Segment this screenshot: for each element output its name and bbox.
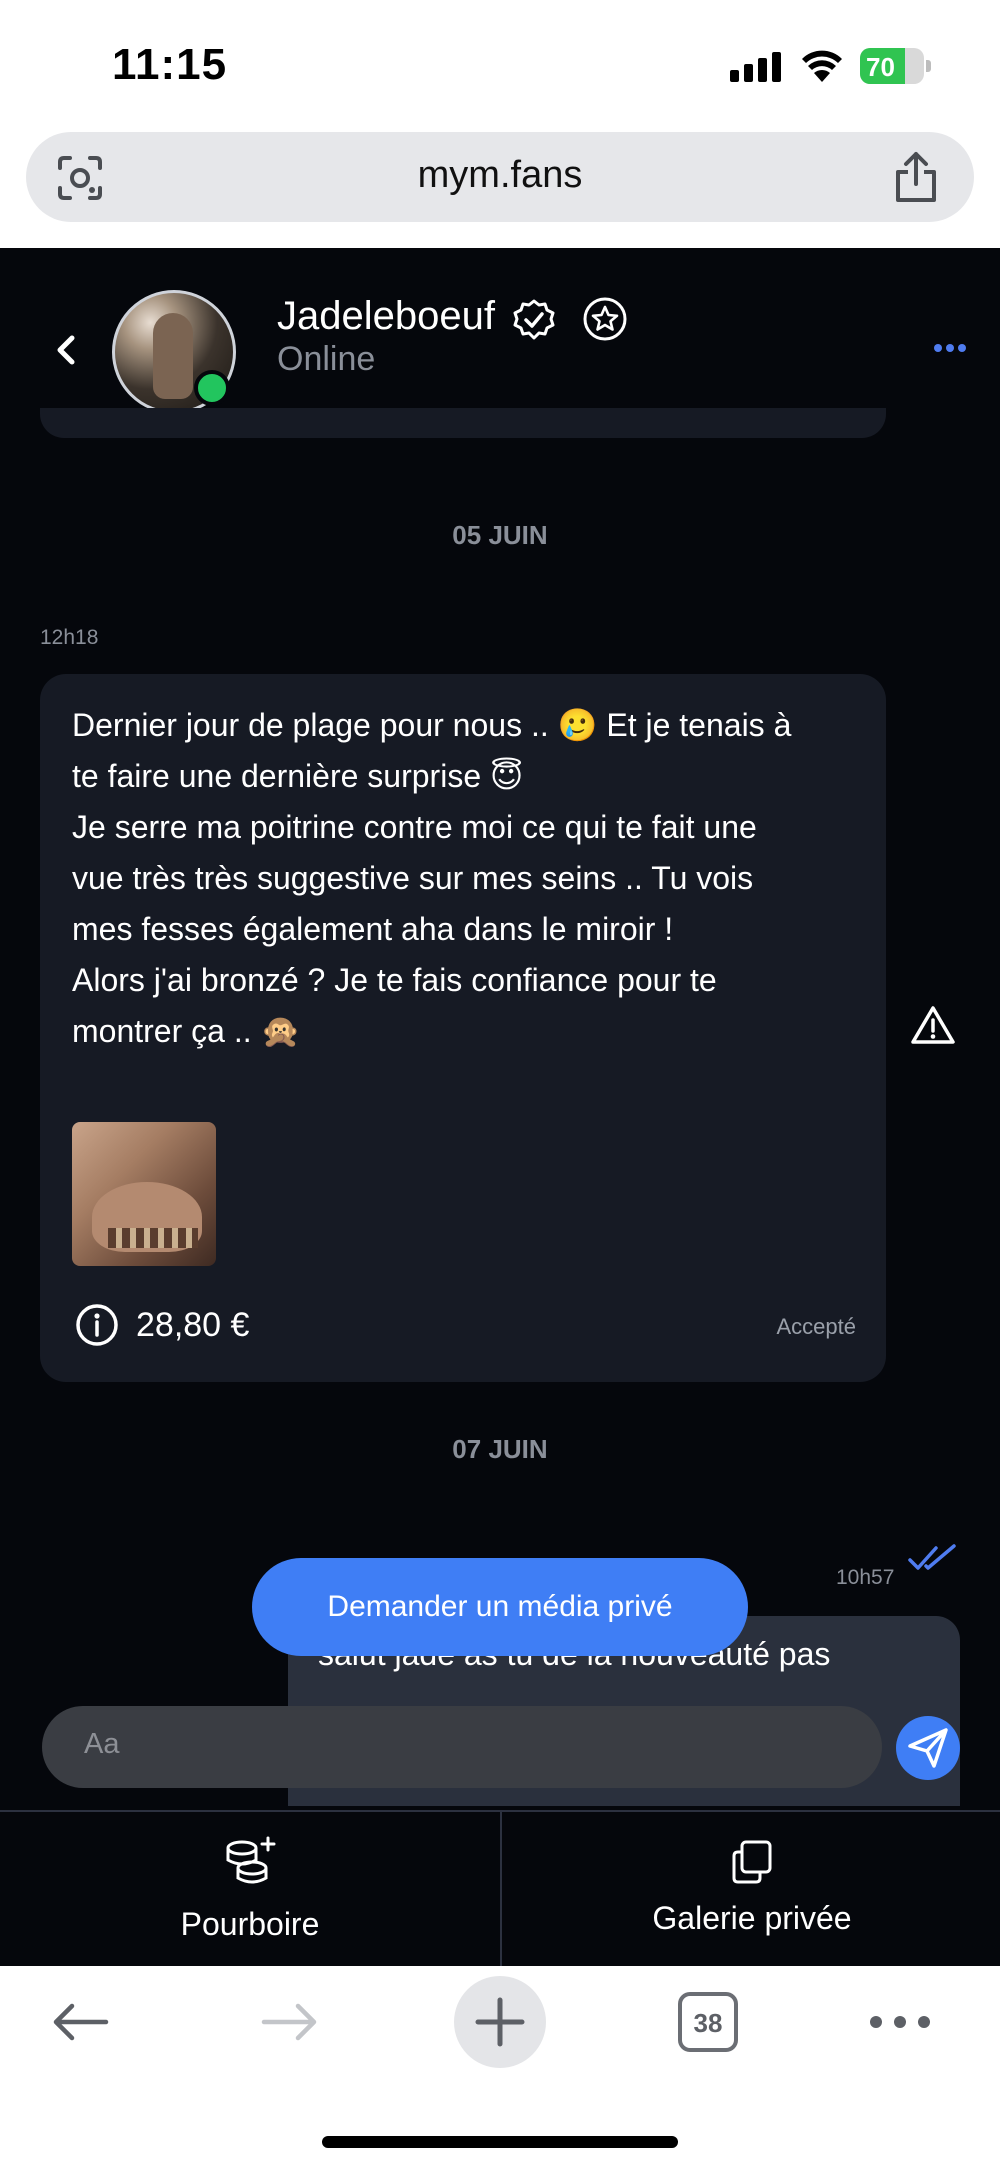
request-private-media-button[interactable]: Demander un média privé bbox=[252, 1558, 748, 1656]
cellular-signal-icon bbox=[730, 52, 782, 82]
address-bar[interactable]: mym.fans bbox=[26, 132, 974, 222]
online-indicator bbox=[194, 370, 230, 406]
battery-icon: 70 bbox=[860, 48, 932, 84]
status-bar: 11:15 70 bbox=[0, 0, 1000, 128]
report-warning-icon[interactable] bbox=[910, 1004, 956, 1046]
private-gallery-label: Galerie privée bbox=[652, 1900, 852, 1936]
send-icon bbox=[908, 1728, 948, 1768]
star-badge-icon bbox=[583, 297, 627, 341]
wifi-icon bbox=[802, 50, 842, 82]
date-separator: 05 JUIN bbox=[452, 520, 548, 550]
new-tab-button[interactable] bbox=[454, 1976, 546, 2068]
tip-label: Pourboire bbox=[180, 1906, 320, 1942]
browser-toolbar: 38 bbox=[0, 1966, 1000, 2165]
plus-icon bbox=[475, 1997, 525, 2047]
back-arrow-icon[interactable] bbox=[50, 2000, 110, 2044]
verified-badge-icon bbox=[513, 299, 555, 340]
contact-name[interactable]: Jadeleboeuf bbox=[277, 294, 495, 339]
media-price: 28,80 € bbox=[136, 1306, 250, 1344]
previous-message-bubble bbox=[40, 408, 886, 438]
status-time: 11:15 bbox=[112, 40, 228, 89]
payment-status: Accepté bbox=[776, 1314, 857, 1339]
incoming-message-time: 12h18 bbox=[40, 626, 99, 649]
share-icon[interactable] bbox=[890, 150, 942, 204]
contact-status: Online bbox=[277, 340, 376, 378]
private-gallery-button[interactable]: Galerie privée bbox=[502, 1812, 1000, 1966]
message-input-placeholder: Aa bbox=[84, 1728, 120, 1760]
read-receipt-icon bbox=[908, 1544, 956, 1570]
incoming-message-text: Dernier jour de plage pour nous .. 🥲 Et … bbox=[72, 707, 792, 1049]
more-menu-icon[interactable] bbox=[870, 2016, 930, 2028]
back-chevron-icon[interactable] bbox=[52, 330, 80, 370]
info-icon[interactable] bbox=[74, 1302, 120, 1348]
forward-arrow-icon[interactable] bbox=[260, 2000, 320, 2044]
send-button[interactable] bbox=[896, 1716, 960, 1780]
coins-plus-icon bbox=[226, 1836, 276, 1884]
home-indicator bbox=[322, 2136, 678, 2148]
tabs-count: 38 bbox=[693, 2008, 723, 2038]
chat-screen: Jadeleboeuf Online 05 JUIN 12h18 Dernier… bbox=[0, 248, 1000, 1966]
battery-level: 70 bbox=[866, 52, 895, 82]
tabs-button[interactable]: 38 bbox=[678, 1992, 738, 2052]
message-input[interactable]: Aa bbox=[42, 1706, 882, 1788]
private-media-thumbnail[interactable] bbox=[72, 1122, 216, 1266]
incoming-message-bubble: Dernier jour de plage pour nous .. 🥲 Et … bbox=[40, 674, 886, 1382]
gallery-copy-icon bbox=[732, 1840, 772, 1884]
outgoing-message-time: 10h57 bbox=[836, 1566, 895, 1589]
tip-button[interactable]: Pourboire bbox=[0, 1812, 500, 1966]
date-separator: 07 JUIN bbox=[452, 1434, 548, 1464]
bottom-actions: Pourboire Galerie privée bbox=[0, 1810, 1000, 1966]
more-options-icon[interactable] bbox=[934, 344, 966, 354]
url-text: mym.fans bbox=[417, 154, 583, 196]
